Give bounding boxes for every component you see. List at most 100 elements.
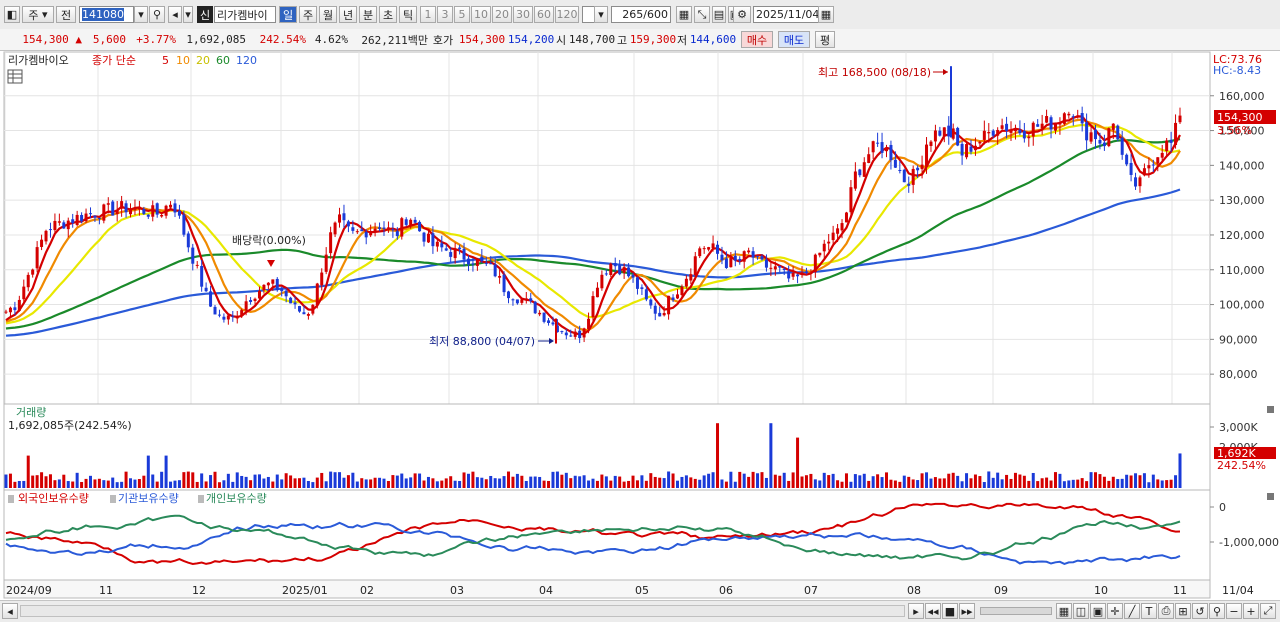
chevron-down-icon[interactable]: ▾ [594, 6, 608, 23]
period-year-button[interactable]: 년 [339, 6, 357, 23]
volume-bar [57, 479, 61, 488]
print-icon[interactable]: ⎙ [1158, 603, 1174, 619]
search-icon[interactable]: ⚲ [149, 6, 165, 23]
fit-icon[interactable]: ▣ [1090, 603, 1106, 619]
scroll-track[interactable] [20, 605, 905, 617]
candle-body [53, 220, 57, 231]
zoom-in-icon[interactable]: + [1243, 603, 1259, 619]
speaker-icon[interactable]: ◂ [168, 6, 182, 23]
volume-bar [973, 474, 977, 488]
table-icon[interactable] [7, 69, 23, 84]
candle-body [1053, 122, 1057, 131]
reset-icon[interactable]: ↺ [1192, 603, 1208, 619]
interval-60-button[interactable]: 60 [534, 6, 554, 23]
volume-bar [751, 471, 755, 488]
date-field[interactable]: 2025/11/04 [753, 6, 819, 23]
volume-panel-close-icon[interactable] [1267, 406, 1274, 413]
eval-button[interactable]: 평 [815, 31, 835, 48]
period-minute-button[interactable]: 분 [359, 6, 377, 23]
split-icon[interactable]: ◫ [1073, 603, 1089, 619]
volume-bar [204, 481, 208, 488]
interval-30-button[interactable]: 30 [513, 6, 533, 23]
fast-forward-icon[interactable]: ▸▸ [959, 603, 975, 619]
volume-bar [644, 480, 648, 488]
candle-body [511, 299, 515, 301]
market2-select[interactable]: 전 [56, 6, 76, 23]
measure-icon[interactable]: ⊞ [1175, 603, 1191, 619]
window-icon[interactable]: ◧ [4, 6, 20, 23]
interval-10-button[interactable]: 10 [471, 6, 491, 23]
cross-icon[interactable]: ✛ [1107, 603, 1123, 619]
price-legend-type: 종가 단순 [92, 54, 136, 67]
volume-bar [480, 477, 484, 488]
sell-button[interactable]: 매도 [778, 31, 810, 48]
period-second-button[interactable]: 초 [379, 6, 397, 23]
volume-bar [675, 480, 679, 488]
candle-body [1098, 139, 1102, 144]
volume-bar [818, 480, 822, 488]
gear-icon[interactable]: ⚙ [733, 6, 751, 23]
stock-chart[interactable]: 160,000150,000140,000130,000120,000110,0… [0, 50, 1280, 600]
count-field[interactable]: 265/600 [611, 6, 671, 23]
text-icon[interactable]: T [1141, 603, 1157, 619]
volume-value-label: 1,692,085주(242.54%) [8, 419, 132, 432]
buy-button[interactable]: 매수 [741, 31, 773, 48]
market-select[interactable]: 주 ▾ [22, 6, 54, 23]
volume-bar [925, 472, 929, 488]
period-day-button[interactable]: 일 [279, 6, 297, 23]
candle-body [707, 247, 711, 250]
candle-body [395, 231, 399, 237]
calendar-icon[interactable]: ▦ [818, 6, 834, 23]
time-tick-label: 08 [907, 584, 921, 597]
low-label: 저 [676, 33, 688, 47]
volume-bar [956, 475, 960, 488]
volume-bar [853, 474, 857, 488]
scroll-right-icon[interactable]: ▸ [908, 603, 924, 619]
candle-body [662, 313, 666, 316]
candle-body [591, 296, 595, 318]
main-toolbar: ◧ 주 ▾ 전 141080 ▾ ⚲ ◂ ▾ 신 리가켐바이 일 주 월 년 분… [0, 0, 1280, 30]
interval-5-button[interactable]: 5 [454, 6, 470, 23]
code-dropdown-icon[interactable]: ▾ [134, 6, 148, 23]
interval-20-button[interactable]: 20 [492, 6, 512, 23]
candle-body [1022, 130, 1026, 139]
interval-3-button[interactable]: 3 [437, 6, 453, 23]
volume-bar [306, 481, 310, 488]
compare-icon[interactable]: ⤡ [694, 6, 710, 23]
volume-bar [920, 473, 924, 488]
line-icon[interactable]: ╱ [1124, 603, 1140, 619]
period-month-button[interactable]: 월 [319, 6, 337, 23]
layout-icon[interactable]: ▦ [1056, 603, 1072, 619]
interval-120-button[interactable]: 120 [555, 6, 579, 23]
expand-icon[interactable]: ⤢ [1260, 603, 1276, 619]
volume-bar [587, 480, 591, 488]
zoom-slider[interactable] [980, 607, 1052, 615]
volume-bar [351, 472, 355, 488]
zoom-search-icon[interactable]: ⚲ [1209, 603, 1225, 619]
candle-body [742, 251, 746, 262]
volume-bar [1018, 474, 1022, 488]
volume-bar [595, 480, 599, 488]
period-week-button[interactable]: 주 [299, 6, 317, 23]
chart-settings-icon[interactable]: ▦ [676, 6, 692, 23]
time-tick-label: 06 [719, 584, 733, 597]
period-tick-button[interactable]: 틱 [399, 6, 417, 23]
stop-icon[interactable]: ■ [942, 603, 958, 619]
candle-body [524, 298, 528, 300]
candle-body [836, 228, 840, 234]
candle-body [942, 127, 946, 137]
market-select-label: 주 [28, 8, 39, 22]
volume-bar [53, 480, 57, 488]
image-icon[interactable]: ▤ [712, 6, 726, 23]
zoom-out-icon[interactable]: − [1226, 603, 1242, 619]
candle-body [1111, 123, 1115, 130]
candle-body [458, 247, 462, 250]
chevron-down-icon[interactable]: ▾ [183, 6, 193, 23]
fast-back-icon[interactable]: ◂◂ [925, 603, 941, 619]
candle-body [587, 318, 591, 330]
scroll-left-icon[interactable]: ◂ [2, 603, 18, 619]
interval-1-button[interactable]: 1 [420, 6, 436, 23]
stock-code-input[interactable]: 141080 [79, 6, 134, 23]
holding-panel-close-icon[interactable] [1267, 493, 1274, 500]
candle-body [929, 141, 933, 147]
